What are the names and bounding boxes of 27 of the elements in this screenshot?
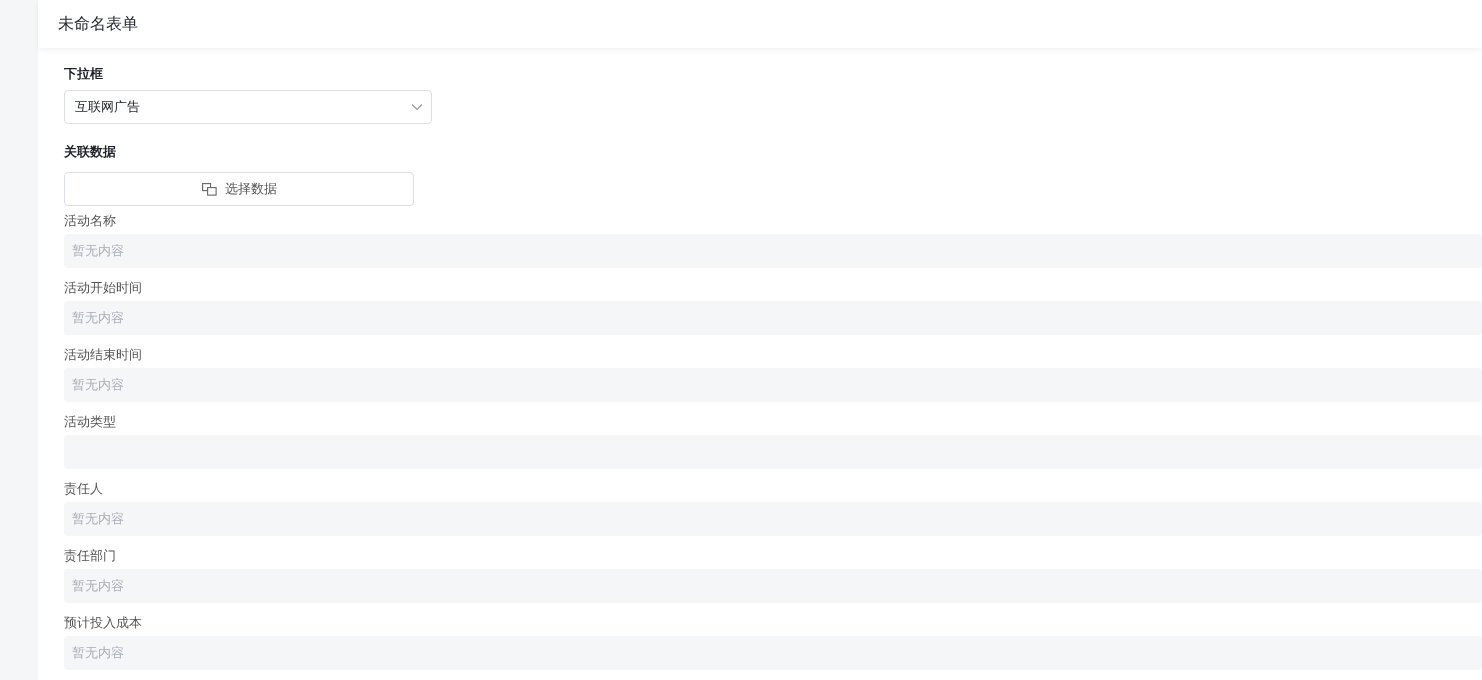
text-field[interactable]: 暂无内容 xyxy=(64,301,1482,335)
empty-placeholder: 暂无内容 xyxy=(72,242,124,260)
text-field[interactable]: 暂无内容 xyxy=(64,636,1482,670)
field-label: 责任人 xyxy=(64,480,103,498)
chevron-down-icon xyxy=(411,103,423,111)
field-label: 关联数据 xyxy=(64,143,116,161)
text-field[interactable]: 暂无内容 xyxy=(64,569,1482,603)
field-label: 活动类型 xyxy=(64,413,116,431)
empty-placeholder: 暂无内容 xyxy=(72,376,124,394)
empty-placeholder: 暂无内容 xyxy=(72,309,124,327)
empty-placeholder: 暂无内容 xyxy=(72,644,124,662)
field-label: 活动结束时间 xyxy=(64,346,142,364)
empty-placeholder: 暂无内容 xyxy=(72,510,124,528)
text-field[interactable]: 暂无内容 xyxy=(64,502,1482,536)
field-label: 责任部门 xyxy=(64,547,116,565)
form-title: 未命名表单 xyxy=(58,13,138,35)
text-field[interactable]: 暂无内容 xyxy=(64,234,1482,268)
select-data-button[interactable]: 选择数据 xyxy=(64,172,414,206)
field-label: 活动名称 xyxy=(64,212,116,230)
empty-placeholder: 暂无内容 xyxy=(72,577,124,595)
field-label: 活动开始时间 xyxy=(64,279,142,297)
copy-icon xyxy=(201,182,217,196)
field-label: 下拉框 xyxy=(64,65,103,83)
field-label: 预计投入成本 xyxy=(64,614,142,632)
text-field[interactable]: 暂无内容 xyxy=(64,368,1482,402)
dropdown-select[interactable]: 互联网广告 xyxy=(64,90,432,124)
select-value: 互联网广告 xyxy=(75,98,140,116)
